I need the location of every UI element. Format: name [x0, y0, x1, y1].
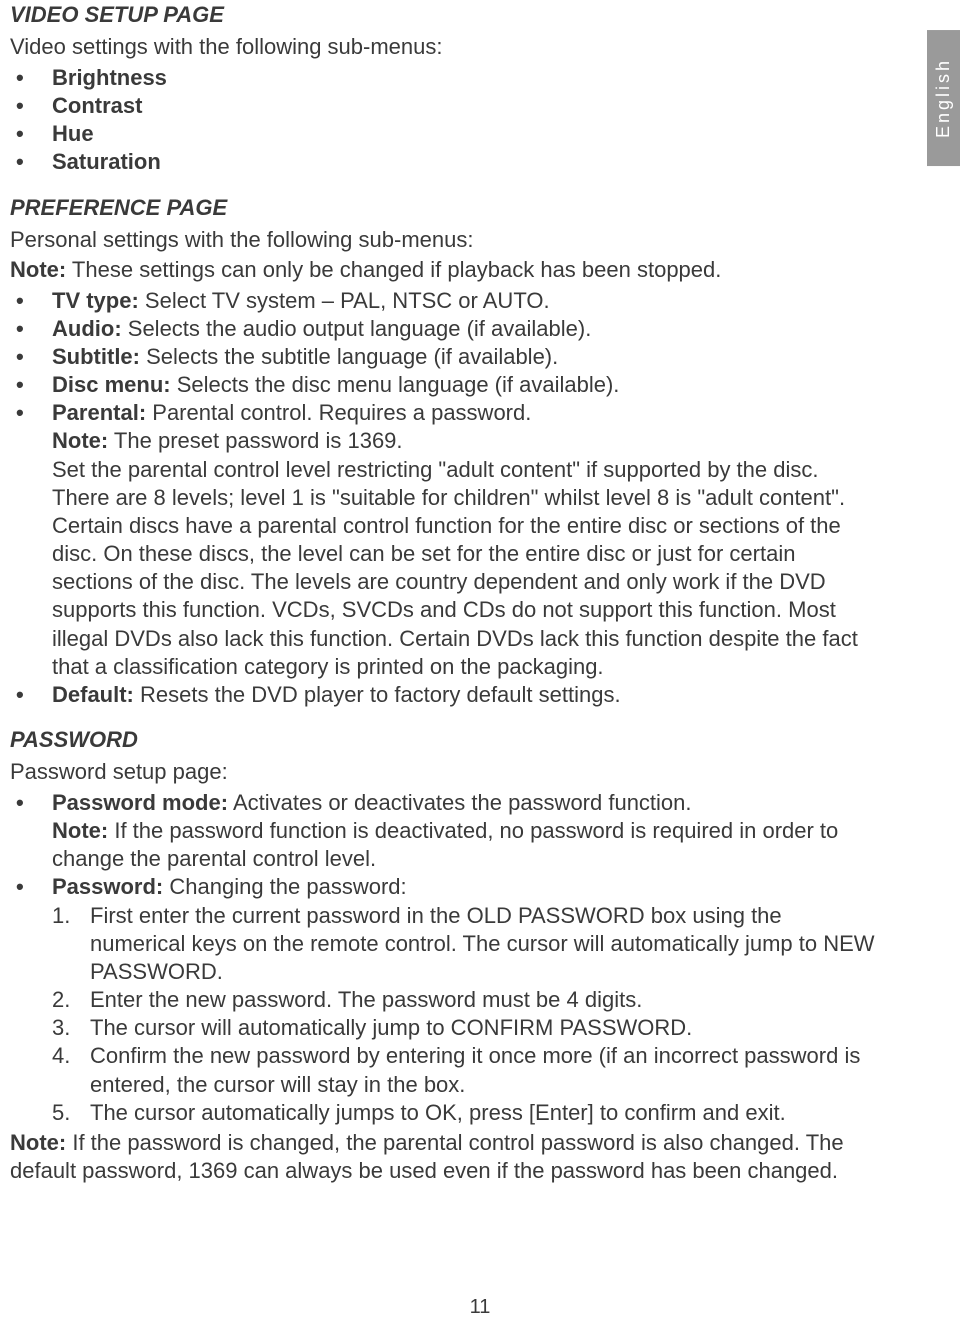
preference-heading: PREFERENCE PAGE	[10, 195, 880, 221]
step-item: First enter the current password in the …	[52, 902, 880, 986]
video-setup-intro: Video settings with the following sub-me…	[10, 34, 880, 60]
pref-default-label: Default:	[52, 682, 134, 707]
list-item: Disc menu: Selects the disc menu languag…	[10, 371, 880, 399]
step-item: The cursor will automatically jump to CO…	[52, 1014, 880, 1042]
video-item-hue: Hue	[52, 121, 94, 146]
step-item: Confirm the new password by entering it …	[52, 1042, 880, 1098]
note-label: Note:	[52, 428, 108, 453]
pref-audio-text: Selects the audio output language (if av…	[122, 316, 592, 341]
note-label: Note:	[10, 1130, 66, 1155]
note-label: Note:	[10, 257, 66, 282]
list-item: Subtitle: Selects the subtitle language …	[10, 343, 880, 371]
pref-default-text: Resets the DVD player to factory default…	[134, 682, 621, 707]
video-setup-list: Brightness Contrast Hue Saturation	[10, 64, 880, 177]
password-steps: First enter the current password in the …	[52, 902, 880, 1127]
password-footer-note: Note: If the password is changed, the pa…	[10, 1129, 880, 1185]
page-number: 11	[0, 1296, 960, 1319]
list-item: TV type: Select TV system – PAL, NTSC or…	[10, 287, 880, 315]
pw-change-label: Password:	[52, 874, 163, 899]
note-text: If the password is changed, the parental…	[10, 1130, 844, 1183]
video-setup-heading: VIDEO SETUP PAGE	[10, 2, 880, 28]
preference-list: TV type: Select TV system – PAL, NTSC or…	[10, 287, 880, 709]
pw-change-text: Changing the password:	[163, 874, 406, 899]
pref-parental-text: Parental control. Requires a password.	[146, 400, 531, 425]
note-text: These settings can only be changed if pl…	[66, 257, 721, 282]
list-item: Audio: Selects the audio output language…	[10, 315, 880, 343]
pw-mode-text: Activates or deactivates the password fu…	[228, 790, 691, 815]
pw-mode-note: Note: If the password function is deacti…	[52, 817, 880, 873]
password-heading: PASSWORD	[10, 727, 880, 753]
pref-parental-label: Parental:	[52, 400, 146, 425]
video-item-brightness: Brightness	[52, 65, 167, 90]
pref-subtitle-text: Selects the subtitle language (if availa…	[140, 344, 558, 369]
pref-discmenu-text: Selects the disc menu language (if avail…	[171, 372, 620, 397]
pref-tvtype-label: TV type:	[52, 288, 139, 313]
list-item: Brightness	[10, 64, 880, 92]
language-tab: English	[927, 30, 960, 166]
list-item: Password: Changing the password: First e…	[10, 873, 880, 1126]
pref-audio-label: Audio:	[52, 316, 122, 341]
step-item: Enter the new password. The password mus…	[52, 986, 880, 1014]
password-intro: Password setup page:	[10, 759, 880, 785]
preference-intro: Personal settings with the following sub…	[10, 227, 880, 253]
pref-subtitle-label: Subtitle:	[52, 344, 140, 369]
note-label: Note:	[52, 818, 108, 843]
note-text: The preset password is 1369.	[108, 428, 402, 453]
list-item: Hue	[10, 120, 880, 148]
pref-discmenu-label: Disc menu:	[52, 372, 171, 397]
video-item-saturation: Saturation	[52, 149, 161, 174]
password-list: Password mode: Activates or deactivates …	[10, 789, 880, 1127]
parental-note: Note: The preset password is 1369.	[52, 427, 880, 455]
parental-body: Set the parental control level restricti…	[52, 456, 880, 681]
list-item: Default: Resets the DVD player to factor…	[10, 681, 880, 709]
preference-note: Note: These settings can only be changed…	[10, 257, 880, 283]
list-item: Parental: Parental control. Requires a p…	[10, 399, 880, 681]
page-content: VIDEO SETUP PAGE Video settings with the…	[10, 0, 950, 1185]
list-item: Saturation	[10, 148, 880, 176]
list-item: Contrast	[10, 92, 880, 120]
list-item: Password mode: Activates or deactivates …	[10, 789, 880, 873]
step-item: The cursor automatically jumps to OK, pr…	[52, 1099, 880, 1127]
pref-tvtype-text: Select TV system – PAL, NTSC or AUTO.	[139, 288, 550, 313]
video-item-contrast: Contrast	[52, 93, 142, 118]
note-text: If the password function is deactivated,…	[52, 818, 838, 871]
pw-mode-label: Password mode:	[52, 790, 228, 815]
